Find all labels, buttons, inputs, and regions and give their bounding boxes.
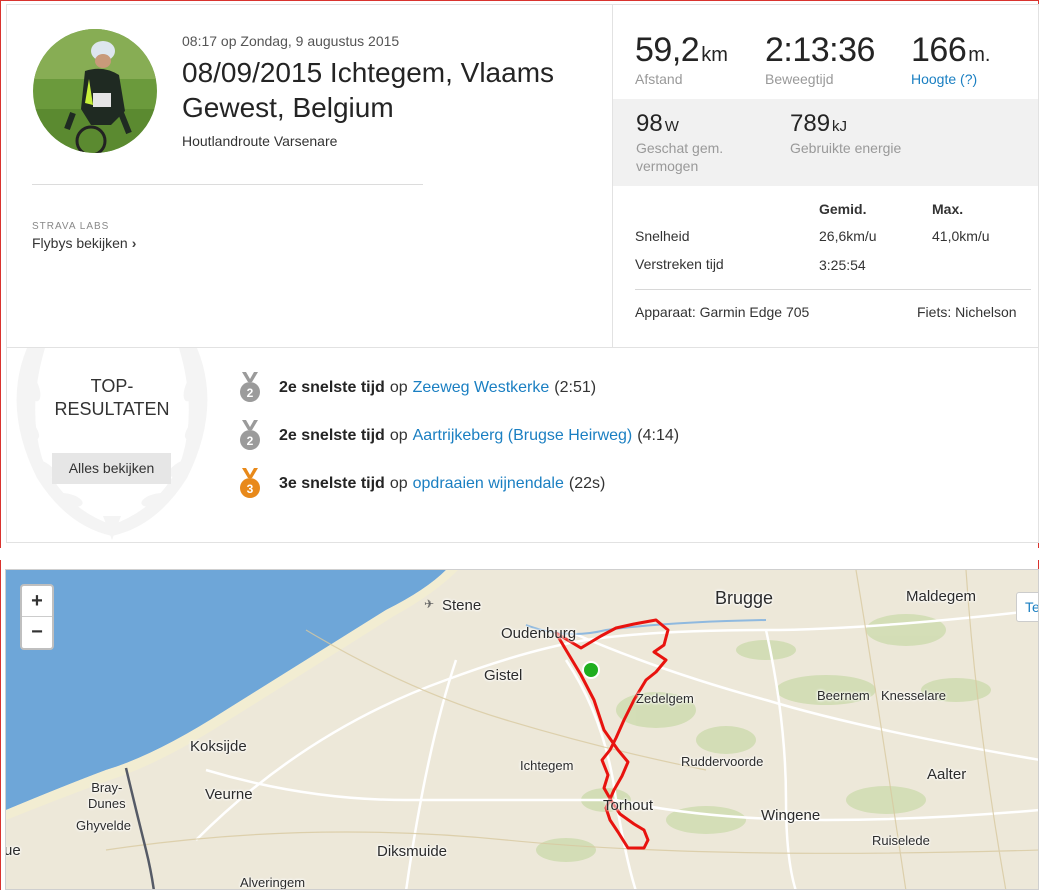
- avatar[interactable]: [33, 29, 157, 153]
- zoom-in-button[interactable]: +: [22, 586, 52, 617]
- zoom-out-button[interactable]: −: [22, 617, 52, 648]
- stat-moving-time: 2:13:36 Beweegtijd: [765, 33, 875, 87]
- map-place-label: Aalter: [927, 766, 967, 783]
- activity-header: 08:17 op Zondag, 9 augustus 2015 08/09/2…: [6, 4, 1039, 348]
- achievement-time: (4:14): [637, 427, 680, 444]
- map-place-label: Ruiselede: [872, 833, 930, 848]
- map-place-label: Brugge: [715, 588, 774, 608]
- map-place-label: Ichtegem: [520, 758, 574, 773]
- activity-description: Houtlandroute Varsenare: [182, 133, 338, 149]
- strava-labs-label: STRAVA LABS: [32, 221, 110, 232]
- achievement-rank-label: 2e snelste tijd: [279, 427, 385, 444]
- segment-link[interactable]: Zeeweg Westkerke: [413, 379, 550, 397]
- map-place-label: Oudenburg: [501, 625, 577, 642]
- stat-energy: 789 kJ Gebruikte energie: [790, 111, 930, 157]
- medal-rank: 2: [247, 434, 254, 448]
- top-results-panel: TOP- RESULTATEN Alles bekijken 2 2e snel…: [6, 348, 1039, 543]
- achievement-op: op: [389, 427, 408, 444]
- svg-text:✈: ✈: [424, 597, 434, 611]
- power-unit: W: [664, 118, 679, 135]
- energy-value: 789: [790, 110, 831, 137]
- stat-elevation: 166 m. Hoogte (?): [911, 33, 990, 87]
- map-place-label: Torhout: [603, 797, 654, 814]
- divider: [32, 184, 423, 185]
- silver-medal-icon: 2: [240, 372, 260, 402]
- map-place-label: Knesselare: [881, 688, 947, 703]
- map-place-label: Ghyvelde: [76, 818, 131, 833]
- row-label-elapsed: Verstreken tijd: [635, 256, 724, 272]
- divider: [635, 289, 1031, 290]
- map-place-label: Veurne: [205, 786, 253, 803]
- avatar-photo: [33, 29, 157, 153]
- top-results-title-line2: RESULTATEN: [54, 399, 170, 419]
- map-place-label: Wingene: [761, 807, 821, 824]
- col-header-avg: Gemid.: [819, 201, 867, 217]
- moving-time-value: 2:13:36: [765, 31, 875, 69]
- map-place-label: Bray- Dunes: [88, 780, 126, 811]
- top-results-title: TOP- RESULTATEN: [27, 375, 197, 421]
- achievement-rank-label: 3e snelste tijd: [279, 475, 385, 492]
- flybys-link[interactable]: Flybys bekijken ›: [32, 235, 136, 251]
- elevation-help-link[interactable]: Hoogte (?): [911, 71, 990, 87]
- elevation-value: 166: [911, 31, 967, 69]
- energy-unit: kJ: [832, 118, 848, 135]
- moving-time-label: Beweegtijd: [765, 71, 834, 87]
- route-map[interactable]: ✈ + − Te Stene Brugge Maldegem Oudenburg…: [5, 569, 1039, 890]
- top-results-title-line1: TOP-: [90, 376, 134, 396]
- activity-datetime: 08:17 op Zondag, 9 augustus 2015: [182, 33, 400, 49]
- flybys-link-label: Flybys bekijken: [32, 235, 128, 251]
- speed-avg: 26,6km/u: [819, 228, 877, 244]
- see-all-button[interactable]: Alles bekijken: [52, 453, 171, 484]
- map-place-label: Zedelgem: [636, 691, 694, 706]
- start-marker-icon: [582, 661, 600, 679]
- map-place-label: Beernem: [817, 688, 870, 703]
- stat-power: 98 W Geschat gem. vermogen: [636, 111, 776, 175]
- segment-link[interactable]: Aartrijkeberg (Brugse Heirweg): [413, 427, 633, 445]
- medal-rank: 2: [247, 386, 254, 400]
- map-place-label: Gistel: [484, 667, 523, 684]
- achievement-op: op: [389, 475, 408, 492]
- distance-value: 59,2: [635, 31, 700, 69]
- speed-max: 41,0km/u: [932, 228, 990, 244]
- achievement-time: (22s): [568, 475, 606, 492]
- achievement-item: 3 3e snelste tijd op opdraaien wijnendal…: [239, 468, 606, 499]
- elapsed-avg: 3:25:54: [819, 257, 866, 273]
- bronze-medal-icon: 3: [240, 468, 260, 498]
- col-header-max: Max.: [932, 201, 964, 217]
- achievement-op: op: [389, 379, 408, 396]
- map-place-label: Diksmuide: [377, 843, 448, 860]
- achievement-rank-label: 2e snelste tijd: [279, 379, 385, 396]
- silver-medal-icon: 2: [240, 420, 260, 450]
- zoom-control: + −: [20, 584, 54, 650]
- chevron-right-icon: ›: [131, 235, 137, 251]
- map-place-label: ue: [5, 842, 21, 859]
- elevation-unit: m.: [968, 44, 991, 66]
- bike-info: Fiets: Nichelson: [917, 304, 1017, 320]
- row-label-speed: Snelheid: [635, 228, 690, 244]
- energy-label: Gebruikte energie: [790, 140, 902, 156]
- map-place-label: Stene: [442, 597, 482, 614]
- distance-label: Afstand: [635, 71, 683, 87]
- map-place-label: Maldegem: [906, 588, 977, 605]
- power-label: Geschat gem. vermogen: [636, 140, 724, 174]
- stat-distance: 59,2 km Afstand: [635, 33, 728, 87]
- achievement-item: 2 2e snelste tijd op Zeeweg Westkerke (2…: [239, 372, 597, 403]
- power-value: 98: [636, 110, 663, 137]
- distance-unit: km: [701, 44, 728, 66]
- map-place-label: Ruddervoorde: [681, 754, 764, 769]
- device-info: Apparaat: Garmin Edge 705: [635, 304, 810, 320]
- activity-title: 08/09/2015 Ichtegem, Vlaams Gewest, Belg…: [182, 57, 555, 123]
- achievement-time: (2:51): [554, 379, 597, 396]
- medal-rank: 3: [247, 482, 254, 496]
- map-place-label: Alveringem: [240, 875, 306, 890]
- achievement-item: 2 2e snelste tijd op Aartrijkeberg (Brug…: [239, 420, 680, 451]
- segment-link[interactable]: opdraaien wijnendale: [413, 475, 564, 493]
- map-layer-toggle[interactable]: Te: [1016, 592, 1038, 622]
- map-place-label: Koksijde: [190, 738, 247, 755]
